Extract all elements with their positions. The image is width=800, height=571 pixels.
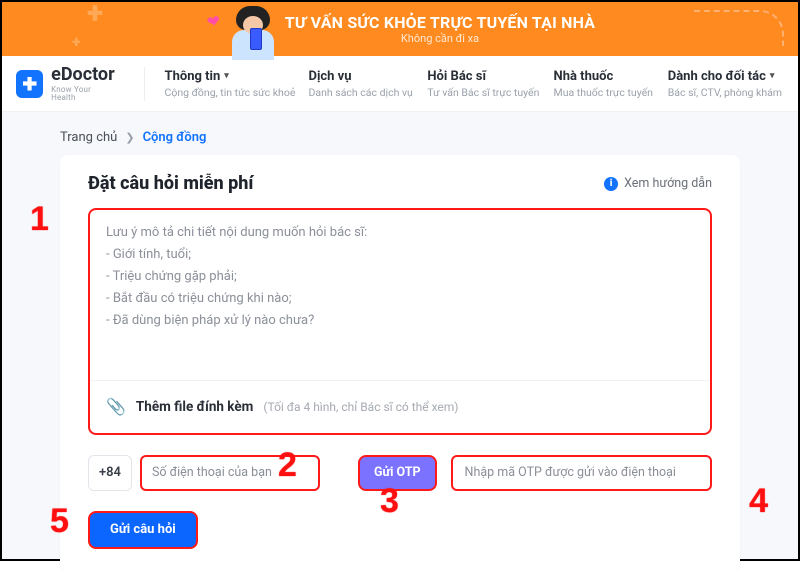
- logo-tagline: Know Your Health: [51, 86, 115, 102]
- page-body: Trang chủ ❯ Cộng đồng Đặt câu hỏi miễn p…: [2, 112, 798, 559]
- attach-file-row[interactable]: 📎 Thêm file đính kèm (Tối đa 4 hình, chỉ…: [90, 380, 710, 432]
- main-nav: eDoctor Know Your Health Thông tin▾ Cộng…: [2, 56, 798, 112]
- info-icon: i: [604, 177, 618, 191]
- ask-question-card: Đặt câu hỏi miễn phí i Xem hướng dẫn Lưu…: [60, 155, 740, 571]
- chevron-right-icon: ❯: [125, 131, 134, 144]
- nav-title: Dành cho đối tác: [668, 69, 766, 84]
- placeholder-line: Lưu ý mô tả chi tiết nội dung muốn hỏi b…: [106, 222, 694, 244]
- nav-title: Nhà thuốc: [554, 69, 614, 84]
- placeholder-line: - Bắt đầu có triệu chứng khi nào;: [106, 288, 694, 310]
- guide-label: Xem hướng dẫn: [624, 176, 712, 191]
- question-textarea[interactable]: Lưu ý mô tả chi tiết nội dung muốn hỏi b…: [88, 208, 712, 435]
- breadcrumb-current[interactable]: Cộng đồng: [143, 130, 207, 145]
- nav-subtitle: Danh sách các dịch vụ: [309, 86, 408, 99]
- plus-icon: +: [72, 32, 81, 51]
- breadcrumb: Trang chủ ❯ Cộng đồng: [20, 124, 780, 155]
- submit-question-button[interactable]: Gửi câu hỏi: [88, 511, 198, 549]
- phone-input[interactable]: Số điện thoại của bạn: [140, 455, 320, 491]
- decorative-dotted-line: [694, 10, 784, 46]
- logo-icon: [16, 70, 43, 98]
- banner-subtitle: Không cần đi xa: [401, 32, 479, 45]
- logo[interactable]: eDoctor Know Your Health: [16, 66, 116, 102]
- banner-title: TƯ VẤN SỨC KHỎE TRỰC TUYẾN TẠI NHÀ: [285, 13, 596, 32]
- nav-item-thongtin[interactable]: Thông tin▾ Cộng đồng, tin tức sức khoẻ: [157, 63, 297, 105]
- nav-item-nhathuoc[interactable]: Nhà thuốc Mua thuốc trực tuyến: [546, 63, 656, 105]
- nav-subtitle: Cộng đồng, tin tức sức khoẻ: [165, 86, 289, 99]
- nav-title: Thông tin: [165, 69, 221, 84]
- view-guide-link[interactable]: i Xem hướng dẫn: [604, 176, 712, 191]
- country-code[interactable]: +84: [88, 455, 132, 491]
- chevron-down-icon: ▾: [224, 71, 229, 81]
- promo-banner: + + ❤ TƯ VẤN SỨC KHỎE TRỰC TUYẾN TẠI NHÀ…: [2, 2, 798, 56]
- otp-input[interactable]: Nhập mã OTP được gửi vào điện thoại: [451, 455, 712, 491]
- logo-name: eDoctor: [51, 66, 115, 84]
- nav-title: Dịch vụ: [309, 69, 352, 84]
- placeholder-line: - Giới tính, tuổi;: [106, 244, 694, 266]
- attach-label: Thêm file đính kèm: [136, 396, 253, 419]
- breadcrumb-home[interactable]: Trang chủ: [60, 130, 117, 145]
- nav-subtitle: Tư vấn Bác sĩ trực tuyến: [427, 86, 533, 99]
- nav-item-doitac[interactable]: Dành cho đối tác ▾ Bác sĩ, CTV, phòng khá…: [660, 63, 784, 105]
- chevron-down-icon: ▾: [770, 71, 775, 81]
- heart-icon: ❤: [205, 11, 222, 32]
- placeholder-line: - Triệu chứng gặp phải;: [106, 266, 694, 288]
- nav-item-dichvu[interactable]: Dịch vụ Danh sách các dịch vụ: [301, 63, 416, 105]
- nav-subtitle: Bác sĩ, CTV, phòng khám: [668, 86, 776, 99]
- question-placeholder: Lưu ý mô tả chi tiết nội dung muốn hỏi b…: [90, 210, 710, 380]
- nav-item-hoibacsi[interactable]: Hỏi Bác sĩ Tư vấn Bác sĩ trực tuyến: [419, 63, 541, 105]
- placeholder-line: - Đã dùng biện pháp xử lý nào chưa?: [106, 310, 694, 332]
- send-otp-button[interactable]: Gửi OTP: [358, 455, 437, 491]
- nav-title: Hỏi Bác sĩ: [427, 69, 486, 84]
- paperclip-icon: 📎: [106, 393, 126, 420]
- plus-icon: +: [87, 0, 103, 31]
- banner-illustration: [222, 6, 282, 56]
- nav-subtitle: Mua thuốc trực tuyến: [554, 86, 648, 99]
- phone-otp-row: +84 Số điện thoại của bạn Gửi OTP Nhập m…: [88, 455, 712, 491]
- nav-separator: [144, 67, 145, 101]
- card-title: Đặt câu hỏi miễn phí: [88, 173, 253, 194]
- attach-note: (Tối đa 4 hình, chỉ Bác sĩ có thể xem): [263, 397, 458, 417]
